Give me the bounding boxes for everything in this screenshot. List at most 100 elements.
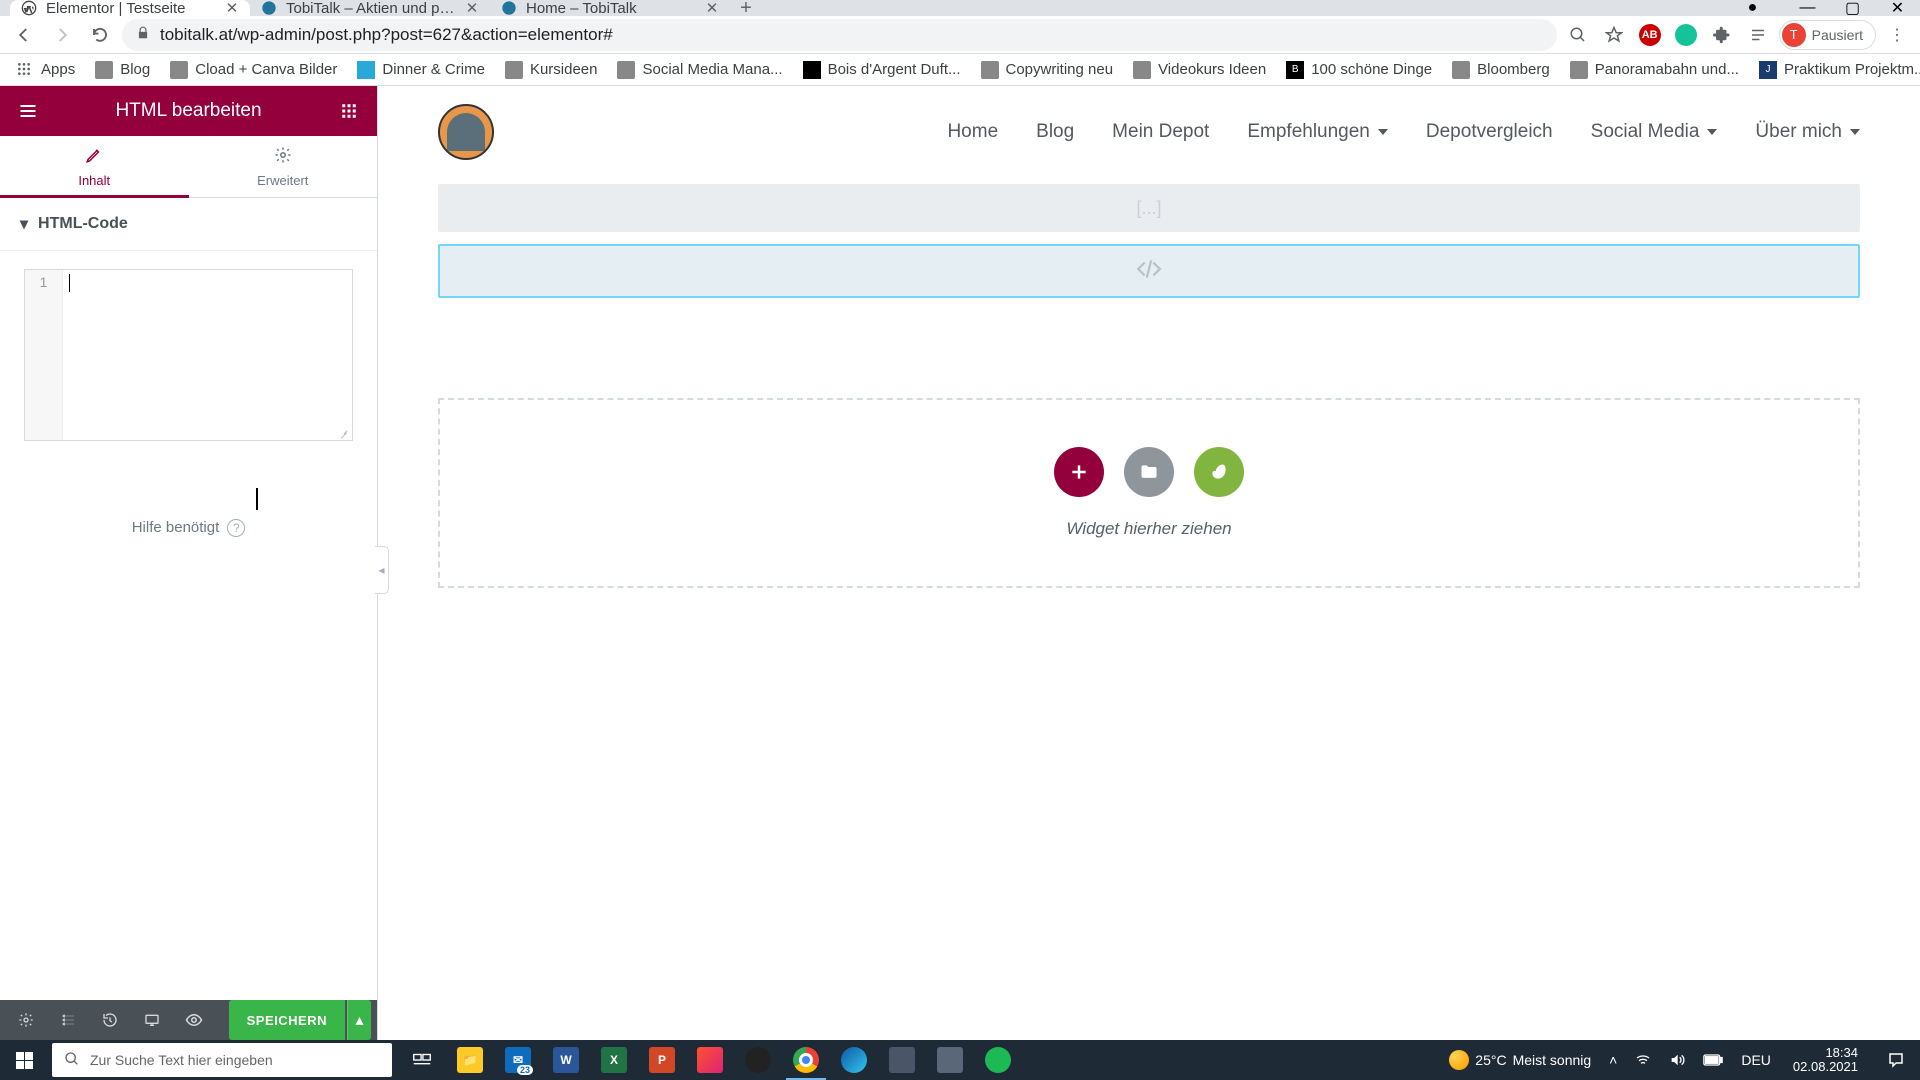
favicon: J bbox=[1759, 61, 1777, 79]
edge-button[interactable] bbox=[830, 1040, 878, 1080]
site-logo[interactable] bbox=[438, 104, 494, 160]
save-options-button[interactable]: ▴ bbox=[347, 1000, 371, 1040]
history-icon[interactable] bbox=[90, 1000, 130, 1040]
back-button[interactable] bbox=[8, 19, 40, 51]
browser-tab-0[interactable]: Elementor | Testseite ✕ bbox=[10, 0, 250, 16]
search-placeholder: Zur Suche Text hier eingeben bbox=[90, 1052, 273, 1068]
task-icons: 📁 ✉23 W X P bbox=[398, 1040, 1022, 1080]
code-editor[interactable]: 1 bbox=[24, 269, 353, 441]
favicon bbox=[803, 61, 821, 79]
window-controls: ● — ▢ ✕ bbox=[1730, 0, 1920, 16]
widgets-grid-icon[interactable] bbox=[335, 97, 363, 125]
nav-empfehlungen[interactable]: Empfehlungen bbox=[1247, 121, 1388, 143]
template-library-button[interactable] bbox=[1124, 447, 1174, 497]
maximize-button[interactable]: ▢ bbox=[1830, 0, 1875, 16]
nav-home[interactable]: Home bbox=[947, 121, 998, 143]
shortcode-widget[interactable]: [...] bbox=[438, 184, 1860, 232]
bookmark-item[interactable]: B100 schöne Dinge bbox=[1278, 57, 1440, 83]
star-icon[interactable] bbox=[1599, 20, 1629, 50]
add-section-button[interactable] bbox=[1054, 447, 1104, 497]
chrome-button[interactable] bbox=[782, 1040, 830, 1080]
bookmark-item[interactable]: Dinner & Crime bbox=[349, 57, 493, 83]
minimize-button[interactable]: — bbox=[1785, 0, 1830, 16]
panel-tabs: Inhalt Erweitert bbox=[0, 136, 377, 198]
word-button[interactable]: W bbox=[542, 1040, 590, 1080]
obs-button[interactable] bbox=[734, 1040, 782, 1080]
drop-zone[interactable]: Widget hierher ziehen bbox=[438, 398, 1860, 588]
bookmark-item[interactable]: Copywriting neu bbox=[973, 57, 1122, 83]
taskbar-search[interactable]: Zur Suche Text hier eingeben bbox=[52, 1043, 392, 1077]
notifications-icon[interactable] bbox=[1876, 1040, 1916, 1080]
volume-icon[interactable] bbox=[1665, 1052, 1689, 1068]
tray-chevron-icon[interactable]: ˄ bbox=[1605, 1052, 1621, 1068]
close-button[interactable]: ✕ bbox=[1875, 0, 1920, 16]
excel-button[interactable]: X bbox=[590, 1040, 638, 1080]
clock[interactable]: 18:34 02.08.2021 bbox=[1785, 1046, 1866, 1075]
save-button[interactable]: SPEICHERN bbox=[229, 1000, 345, 1040]
responsive-icon[interactable] bbox=[132, 1000, 172, 1040]
file-explorer-button[interactable]: 📁 bbox=[446, 1040, 494, 1080]
close-icon[interactable]: ✕ bbox=[464, 0, 480, 16]
close-icon[interactable]: ✕ bbox=[704, 0, 720, 16]
app-button-2[interactable] bbox=[878, 1040, 926, 1080]
bookmark-item[interactable]: Kursideen bbox=[497, 57, 606, 83]
profile-chip[interactable]: T Pausiert bbox=[1779, 20, 1876, 50]
browser-tab-1[interactable]: TobiTalk – Aktien und persönliche ✕ bbox=[250, 0, 490, 16]
code-textarea[interactable] bbox=[63, 270, 352, 440]
reading-list-icon[interactable] bbox=[1743, 20, 1773, 50]
section-html-code[interactable]: ▾ HTML-Code bbox=[0, 198, 377, 251]
wifi-icon[interactable] bbox=[1631, 1052, 1655, 1068]
battery-icon[interactable] bbox=[1699, 1054, 1727, 1066]
address-bar[interactable]: tobitalk.at/wp-admin/post.php?post=627&a… bbox=[122, 19, 1557, 51]
collapse-panel-button[interactable]: ◂ bbox=[375, 546, 389, 594]
nav-social[interactable]: Social Media bbox=[1591, 121, 1718, 143]
app-button[interactable] bbox=[686, 1040, 734, 1080]
html-widget-selected[interactable] bbox=[438, 244, 1860, 298]
envato-button[interactable] bbox=[1194, 447, 1244, 497]
extension-grammarly-icon[interactable] bbox=[1671, 20, 1701, 50]
bookmark-item[interactable]: Blog bbox=[87, 57, 158, 83]
help-link[interactable]: Hilfe benötigt ? bbox=[0, 459, 377, 1000]
chrome-tabstrip: Elementor | Testseite ✕ TobiTalk – Aktie… bbox=[0, 0, 1920, 16]
preview-icon[interactable] bbox=[174, 1000, 214, 1040]
tab-advanced[interactable]: Erweitert bbox=[189, 136, 378, 197]
bookmark-item[interactable]: JPraktikum Projektm... bbox=[1751, 57, 1920, 83]
mail-button[interactable]: ✉23 bbox=[494, 1040, 542, 1080]
spotify-button[interactable] bbox=[974, 1040, 1022, 1080]
caret-down-icon: ▾ bbox=[20, 214, 28, 234]
powerpoint-button[interactable]: P bbox=[638, 1040, 686, 1080]
bookmark-item[interactable]: Cload + Canva Bilder bbox=[162, 57, 345, 83]
bookmark-item[interactable]: Bloomberg bbox=[1444, 57, 1558, 83]
tab-title: TobiTalk – Aktien und persönliche bbox=[286, 0, 456, 17]
chrome-menu-icon[interactable]: ⋮ bbox=[1882, 20, 1912, 50]
bookmark-item[interactable]: Videokurs Ideen bbox=[1125, 57, 1274, 83]
extensions-icon[interactable] bbox=[1707, 20, 1737, 50]
start-button[interactable] bbox=[0, 1040, 48, 1080]
resize-handle[interactable] bbox=[338, 426, 348, 436]
language-indicator[interactable]: DEU bbox=[1737, 1052, 1775, 1068]
navigator-icon[interactable] bbox=[48, 1000, 88, 1040]
reload-button[interactable] bbox=[84, 19, 116, 51]
apps-button[interactable]: Apps bbox=[8, 57, 83, 83]
bookmark-item[interactable]: Panoramabahn und... bbox=[1562, 57, 1747, 83]
nav-about[interactable]: Über mich bbox=[1755, 121, 1860, 143]
account-dot-icon[interactable]: ● bbox=[1730, 0, 1775, 16]
close-icon[interactable]: ✕ bbox=[224, 0, 240, 16]
nav-depot[interactable]: Mein Depot bbox=[1112, 121, 1209, 143]
app-button-3[interactable] bbox=[926, 1040, 974, 1080]
zoom-icon[interactable] bbox=[1563, 20, 1593, 50]
extension-adblock-icon[interactable]: AB bbox=[1635, 20, 1665, 50]
nav-blog[interactable]: Blog bbox=[1036, 121, 1074, 143]
bookmark-item[interactable]: Social Media Mana... bbox=[609, 57, 790, 83]
bookmark-item[interactable]: Bois d'Argent Duft... bbox=[795, 57, 969, 83]
browser-tab-2[interactable]: Home – TobiTalk ✕ bbox=[490, 0, 730, 16]
nav-depotvergleich[interactable]: Depotvergleich bbox=[1426, 121, 1553, 143]
weather-widget[interactable]: 25°C Meist sonnig bbox=[1445, 1050, 1595, 1070]
new-tab-button[interactable]: + bbox=[730, 0, 762, 20]
settings-icon[interactable] bbox=[6, 1000, 46, 1040]
text-cursor bbox=[69, 274, 70, 292]
forward-button[interactable] bbox=[46, 19, 78, 51]
task-view-button[interactable] bbox=[398, 1040, 446, 1080]
hamburger-icon[interactable] bbox=[14, 97, 42, 125]
tab-content[interactable]: Inhalt bbox=[0, 136, 189, 197]
